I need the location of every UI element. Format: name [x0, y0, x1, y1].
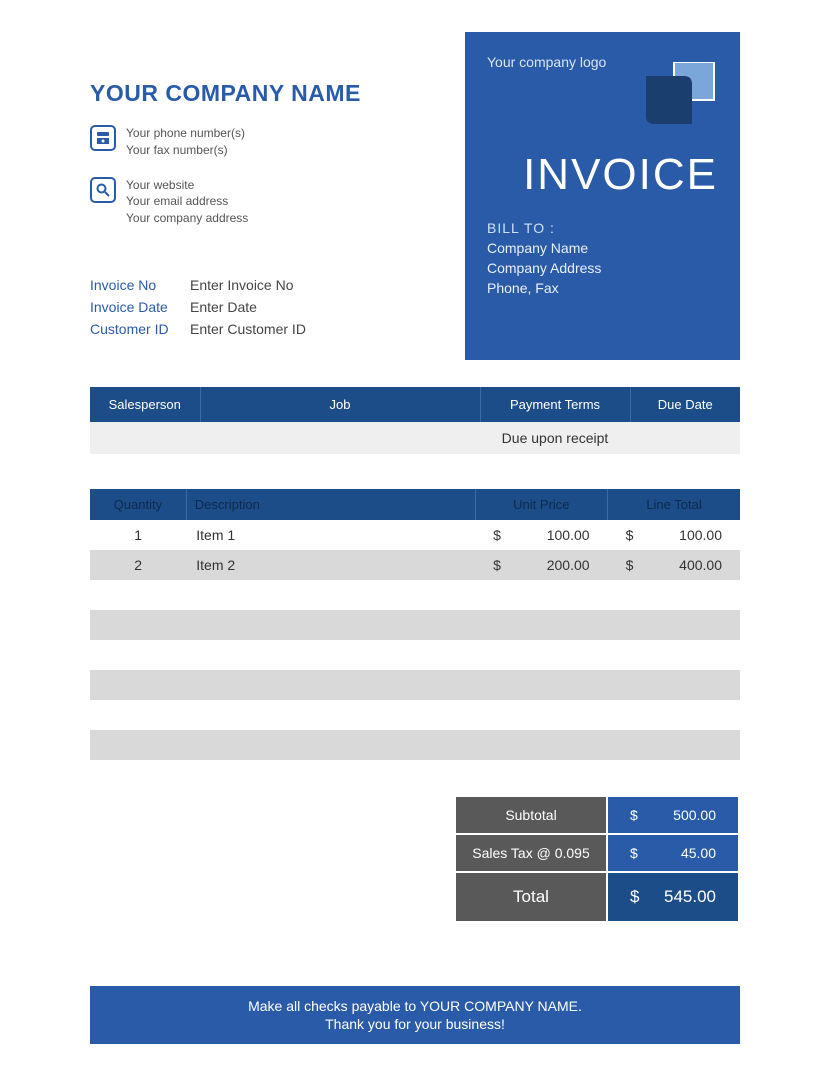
item-row-empty	[90, 640, 740, 670]
subtotal-label: Subtotal	[456, 797, 606, 833]
email-label: Your email address	[126, 193, 248, 210]
invoice-no-label: Invoice No	[90, 277, 190, 293]
invoice-date-value: Enter Date	[190, 299, 257, 315]
order-table: Salesperson Job Payment Terms Due Date D…	[90, 387, 740, 454]
tax-label: Sales Tax @ 0.095	[456, 835, 606, 871]
order-header-job: Job	[200, 387, 480, 422]
fax-label: Your fax number(s)	[126, 142, 245, 159]
item-row: 1Item 1$100.00$100.00	[90, 520, 740, 550]
item-total: $100.00	[608, 520, 740, 550]
item-price: $100.00	[475, 520, 607, 550]
total-value: $545.00	[608, 873, 738, 921]
order-terms: Due upon receipt	[480, 422, 630, 454]
item-price: $200.00	[475, 550, 607, 580]
footer-line2: Thank you for your business!	[100, 1016, 730, 1032]
invoice-page: Your company logo INVOICE BILL TO : Comp…	[0, 0, 830, 1074]
company-logo-icon	[638, 62, 718, 132]
item-desc: Item 2	[186, 550, 475, 580]
order-salesperson	[90, 422, 200, 454]
address-label: Your company address	[126, 210, 248, 227]
order-header-terms: Payment Terms	[480, 387, 630, 422]
item-row-empty	[90, 580, 740, 610]
customer-id-label: Customer ID	[90, 321, 190, 337]
order-header-due: Due Date	[630, 387, 740, 422]
invoice-title: INVOICE	[487, 150, 718, 200]
totals-block: Subtotal $500.00 Sales Tax @ 0.095 $45.0…	[454, 795, 740, 923]
item-row: 2Item 2$200.00$400.00	[90, 550, 740, 580]
item-row-empty	[90, 610, 740, 640]
website-label: Your website	[126, 177, 248, 194]
phone-label: Your phone number(s)	[126, 125, 245, 142]
invoice-date-label: Invoice Date	[90, 299, 190, 315]
bill-to-label: BILL TO :	[487, 220, 718, 236]
order-due	[630, 422, 740, 454]
subtotal-value: $500.00	[608, 797, 738, 833]
item-row-empty	[90, 700, 740, 730]
item-row-empty	[90, 670, 740, 700]
logo-box: Your company logo INVOICE BILL TO : Comp…	[465, 32, 740, 360]
item-row-empty	[90, 730, 740, 760]
order-job	[200, 422, 480, 454]
footer: Make all checks payable to YOUR COMPANY …	[90, 986, 740, 1044]
item-qty: 1	[90, 520, 186, 550]
footer-line1: Make all checks payable to YOUR COMPANY …	[100, 998, 730, 1014]
order-header-salesperson: Salesperson	[90, 387, 200, 422]
items-header-total: Line Total	[608, 489, 740, 520]
items-table: Quantity Description Unit Price Line Tot…	[90, 489, 740, 760]
tax-value: $45.00	[608, 835, 738, 871]
phone-icon	[90, 125, 116, 151]
item-desc: Item 1	[186, 520, 475, 550]
invoice-no-value: Enter Invoice No	[190, 277, 294, 293]
order-row: Due upon receipt	[90, 422, 740, 454]
total-label: Total	[456, 873, 606, 921]
search-icon	[90, 177, 116, 203]
items-header-price: Unit Price	[475, 489, 607, 520]
item-total: $400.00	[608, 550, 740, 580]
item-qty: 2	[90, 550, 186, 580]
bill-to-company: Company Name	[487, 240, 718, 256]
items-header-desc: Description	[186, 489, 475, 520]
customer-id-value: Enter Customer ID	[190, 321, 306, 337]
bill-to-address: Company Address	[487, 260, 718, 276]
items-header-qty: Quantity	[90, 489, 186, 520]
bill-to-phone: Phone, Fax	[487, 280, 718, 296]
